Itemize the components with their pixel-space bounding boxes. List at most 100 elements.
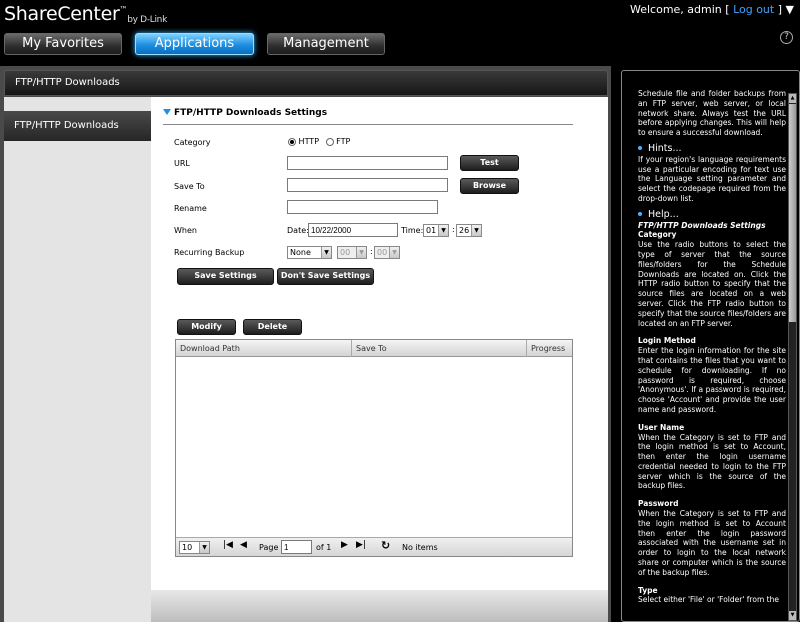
column-save-to[interactable]: Save To <box>352 340 527 357</box>
logout-link[interactable]: Log out <box>733 3 774 16</box>
sidebar: FTP/HTTP Downloads <box>4 97 151 622</box>
welcome-area: Welcome, admin [ Log out ] ▼ <box>630 3 794 16</box>
scroll-down-icon[interactable]: ▼ <box>789 611 796 620</box>
page-size-value: 10 <box>182 543 193 552</box>
tab-applications[interactable]: Applications <box>135 33 254 55</box>
welcome-bracket: ] <box>777 3 783 16</box>
sidebar-item-ftp-http-downloads[interactable]: FTP/HTTP Downloads <box>4 111 151 141</box>
help-panel: Schedule file and folder backups from an… <box>621 70 800 622</box>
save-to-input[interactable] <box>287 178 448 192</box>
modify-button[interactable]: Modify <box>177 319 236 335</box>
ftp-radio[interactable] <box>325 137 334 146</box>
chevron-down-icon: ▼ <box>389 247 399 258</box>
chevron-down-icon: ▼ <box>321 247 331 258</box>
hints-text: If your region's language requirements u… <box>638 154 786 203</box>
section-title-text: FTP/HTTP Downloads Settings <box>174 108 328 118</box>
time-minute-value: 26 <box>459 226 470 235</box>
help-text: Schedule file and folder backups from an… <box>638 89 786 611</box>
table-header: Download Path Save To Progress <box>176 340 572 357</box>
section-title: FTP/HTTP Downloads Settings <box>163 108 573 125</box>
chevron-down-icon: ▼ <box>438 225 448 236</box>
scroll-up-icon[interactable]: ▲ <box>789 94 796 103</box>
next-page-icon[interactable]: ▶ <box>341 540 348 550</box>
recurring-minute-value: 00 <box>377 248 388 257</box>
http-radio[interactable] <box>288 137 296 146</box>
topic-text: Select either 'File' or 'Folder' from th… <box>638 595 779 605</box>
date-input[interactable] <box>308 223 398 237</box>
help-icon[interactable]: ? <box>780 31 793 44</box>
category-radio-group: HTTP FTP <box>288 137 350 146</box>
when-label: When <box>174 226 197 235</box>
topic-text: When the Category is set to FTP and the … <box>638 509 786 577</box>
date-label: Date: <box>287 226 309 235</box>
topic-title: Login Method <box>638 336 696 346</box>
bullet-icon <box>638 212 642 217</box>
save-settings-button[interactable]: Save Settings <box>177 268 274 285</box>
recurring-hour-select[interactable]: 00 ▼ <box>337 246 367 259</box>
sharecenter-logo: ShareCenter™by D-Link <box>4 3 167 25</box>
save-to-label: Save To <box>174 182 205 191</box>
chevron-down-icon: ▼ <box>471 225 481 236</box>
time-minute-select[interactable]: 26 ▼ <box>456 224 482 237</box>
previous-page-icon[interactable]: ◀ <box>240 540 247 550</box>
time-hour-select[interactable]: 01 ▼ <box>423 224 449 237</box>
help-heading: Help... <box>638 208 786 220</box>
topic-title: Type <box>638 585 658 595</box>
page-size-select[interactable]: 10 ▼ <box>179 541 210 554</box>
help-scrollbar[interactable]: ▲ ▼ <box>788 93 797 621</box>
page-title: FTP/HTTP Downloads <box>4 70 608 96</box>
tab-my-favorites[interactable]: My Favorites <box>4 33 122 55</box>
help-title: Help... <box>648 208 679 220</box>
column-download-path[interactable]: Download Path <box>176 340 352 357</box>
url-input[interactable] <box>287 156 448 170</box>
collapse-triangle-icon[interactable] <box>163 109 171 115</box>
account-menu-arrow-icon[interactable]: ▼ <box>786 3 794 16</box>
topic-text: When the Category is set to FTP and the … <box>638 432 786 491</box>
hints-heading: Hints... <box>638 144 786 154</box>
rename-input[interactable] <box>287 200 438 214</box>
first-page-icon[interactable]: |◀ <box>223 540 233 550</box>
topic-title: Password <box>638 499 679 509</box>
help-subtitle: FTP/HTTP Downloads Settings <box>638 220 766 230</box>
scrollbar-thumb[interactable] <box>789 104 796 322</box>
welcome-text: Welcome, admin [ <box>629 3 730 16</box>
recurring-backup-label: Recurring Backup <box>174 248 245 257</box>
hints-title: Hints... <box>648 142 682 154</box>
tab-management[interactable]: Management <box>267 33 385 55</box>
table-pager: 10 ▼ |◀ ◀ Page of 1 ▶ ▶| ↻ No items <box>176 537 572 556</box>
downloads-table: Download Path Save To Progress 10 ▼ |◀ ◀ … <box>175 339 573 557</box>
recurring-backup-value: None <box>290 248 311 257</box>
recurring-minute-select[interactable]: 00 ▼ <box>374 246 400 259</box>
logo-by-dlink: by D-Link <box>127 15 167 25</box>
page-label: Page <box>259 543 279 552</box>
recurring-backup-select[interactable]: None ▼ <box>287 246 332 259</box>
chevron-down-icon: ▼ <box>356 247 366 258</box>
time-label: Time: <box>401 226 424 235</box>
rename-label: Rename <box>174 204 207 213</box>
browse-button[interactable]: Browse <box>460 178 519 194</box>
page-of-label: of 1 <box>316 543 332 552</box>
topic-title: User Name <box>638 422 685 432</box>
logo-text: ShareCenter <box>4 3 120 25</box>
topic-title: Category <box>638 230 677 240</box>
column-progress[interactable]: Progress <box>527 340 572 357</box>
content-area: FTP/HTTP Downloads Settings Category HTT… <box>151 97 608 590</box>
dont-save-settings-button[interactable]: Don't Save Settings <box>277 268 374 285</box>
time-colon: : <box>452 225 455 234</box>
recurring-hour-value: 00 <box>340 248 351 257</box>
page-number-input[interactable] <box>281 540 312 554</box>
main-panel: FTP/HTTP Downloads FTP/HTTP Downloads FT… <box>0 66 611 622</box>
logo-trademark: ™ <box>119 5 128 14</box>
ftp-radio-label: FTP <box>336 137 351 146</box>
last-page-icon[interactable]: ▶| <box>356 540 366 550</box>
recurring-colon: : <box>370 247 373 256</box>
category-label: Category <box>174 138 211 147</box>
content-footer <box>151 590 608 622</box>
test-button[interactable]: Test <box>460 155 519 171</box>
chevron-down-icon: ▼ <box>199 542 209 553</box>
pager-status: No items <box>402 543 438 552</box>
delete-button[interactable]: Delete <box>243 319 302 335</box>
time-hour-value: 01 <box>426 226 437 235</box>
refresh-icon[interactable]: ↻ <box>381 539 390 552</box>
bullet-icon <box>638 146 642 151</box>
